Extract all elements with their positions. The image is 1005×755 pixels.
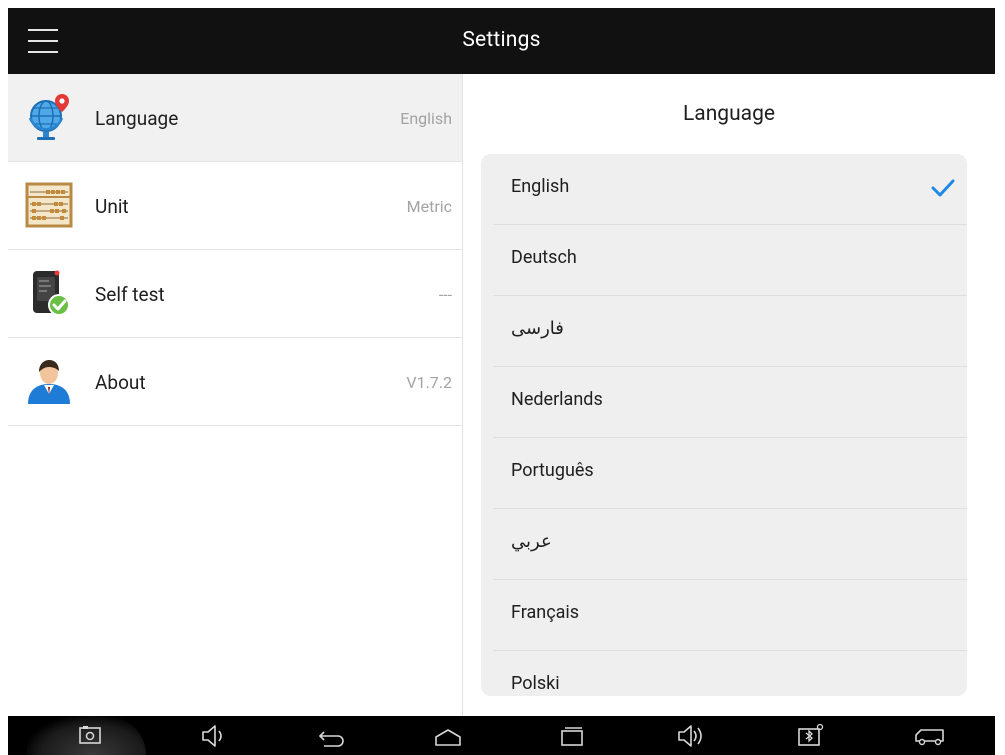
user-avatar-icon — [28, 360, 70, 404]
volume-down-icon[interactable] — [192, 721, 232, 751]
settings-item-label: Self test — [95, 283, 165, 306]
home-icon[interactable] — [428, 721, 468, 751]
settings-item-value: V1.7.2 — [406, 373, 452, 392]
language-option-deutsch[interactable]: Deutsch — [493, 225, 967, 296]
language-option-portugues[interactable]: Português — [493, 438, 967, 509]
language-option-label: English — [511, 176, 570, 197]
language-panel: Language English Deutsch فارسی Nederland… — [463, 74, 995, 716]
right-frame-border — [995, 0, 1005, 755]
bluetooth-device-icon[interactable] — [790, 721, 830, 751]
back-icon[interactable] — [310, 721, 350, 751]
language-option-label: عربي — [511, 531, 552, 552]
checkmark-icon — [931, 179, 955, 197]
left-frame-border — [0, 0, 8, 755]
language-option-english[interactable]: English — [493, 154, 967, 225]
language-option-arabic[interactable]: عربي — [493, 509, 967, 580]
language-option-farsi[interactable]: فارسی — [493, 296, 967, 367]
settings-item-value: --- — [438, 285, 452, 304]
language-option-nederlands[interactable]: Nederlands — [493, 367, 967, 438]
language-options-list[interactable]: English Deutsch فارسی Nederlands Portugu… — [481, 154, 967, 696]
settings-item-language[interactable]: Language English — [8, 74, 462, 162]
settings-list: Language English Unit Metric Self test -… — [8, 74, 463, 716]
settings-item-label: Language — [95, 107, 179, 130]
language-option-label: Nederlands — [511, 389, 603, 410]
settings-item-value: Metric — [406, 197, 452, 216]
language-option-label: Français — [511, 602, 580, 623]
settings-item-label: Unit — [95, 195, 129, 218]
settings-item-unit[interactable]: Unit Metric — [8, 162, 462, 250]
globe-location-icon — [28, 94, 69, 140]
language-option-polski[interactable]: Polski — [493, 651, 967, 696]
system-navigation-bar — [8, 716, 995, 755]
language-option-francais[interactable]: Français — [493, 580, 967, 651]
language-option-label: Português — [511, 460, 594, 481]
vehicle-icon[interactable] — [910, 721, 950, 751]
settings-item-self-test[interactable]: Self test --- — [8, 250, 462, 338]
settings-item-about[interactable]: About V1.7.2 — [8, 338, 462, 426]
abacus-icon — [25, 182, 73, 228]
language-option-label: Polski — [511, 673, 560, 694]
volume-up-icon[interactable] — [670, 721, 710, 751]
language-panel-heading: Language — [682, 102, 776, 126]
settings-item-value: English — [400, 109, 452, 128]
page-title: Settings — [462, 28, 541, 52]
recent-apps-icon[interactable] — [552, 721, 592, 751]
language-option-label: Deutsch — [511, 247, 577, 268]
screenshot-icon[interactable] — [70, 721, 110, 751]
device-check-icon — [33, 270, 70, 316]
settings-item-label: About — [95, 371, 146, 394]
app-bar: Settings — [8, 8, 995, 74]
language-option-label: فارسی — [511, 318, 564, 339]
